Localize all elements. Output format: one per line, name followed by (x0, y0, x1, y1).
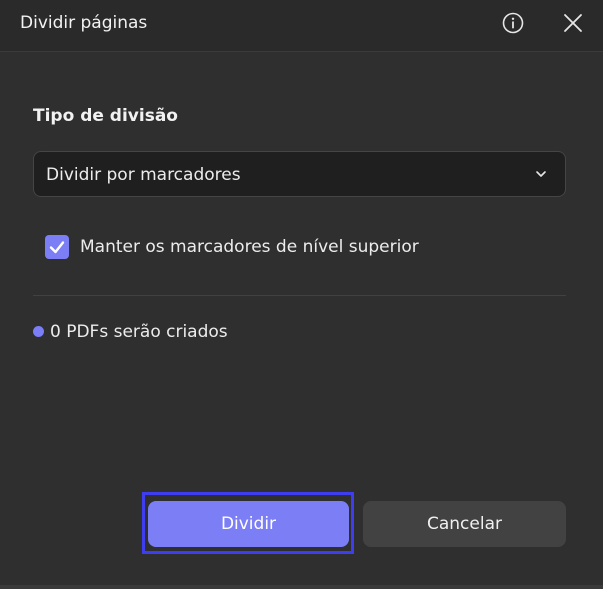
status-dot-icon (33, 326, 44, 337)
split-button[interactable]: Dividir (148, 501, 349, 547)
dialog-title: Dividir páginas (20, 13, 148, 33)
info-icon[interactable] (502, 12, 524, 34)
split-type-selected-value: Dividir por marcadores (46, 165, 241, 185)
split-pages-dialog: Dividir páginas Tipo de divisão Dividir … (0, 0, 603, 589)
keep-top-level-checkbox[interactable] (45, 235, 69, 259)
dialog-header: Dividir páginas (0, 0, 603, 52)
pdf-count-status: 0 PDFs serão criados (50, 322, 228, 342)
checkmark-icon (49, 241, 65, 254)
cancel-button[interactable]: Cancelar (363, 501, 566, 547)
section-divider (33, 295, 566, 296)
keep-top-level-label[interactable]: Manter os marcadores de nível superior (80, 236, 419, 258)
split-type-label: Tipo de divisão (33, 106, 178, 126)
chevron-down-icon (536, 171, 546, 177)
close-icon[interactable] (563, 13, 583, 33)
split-type-select[interactable]: Dividir por marcadores (33, 151, 566, 197)
